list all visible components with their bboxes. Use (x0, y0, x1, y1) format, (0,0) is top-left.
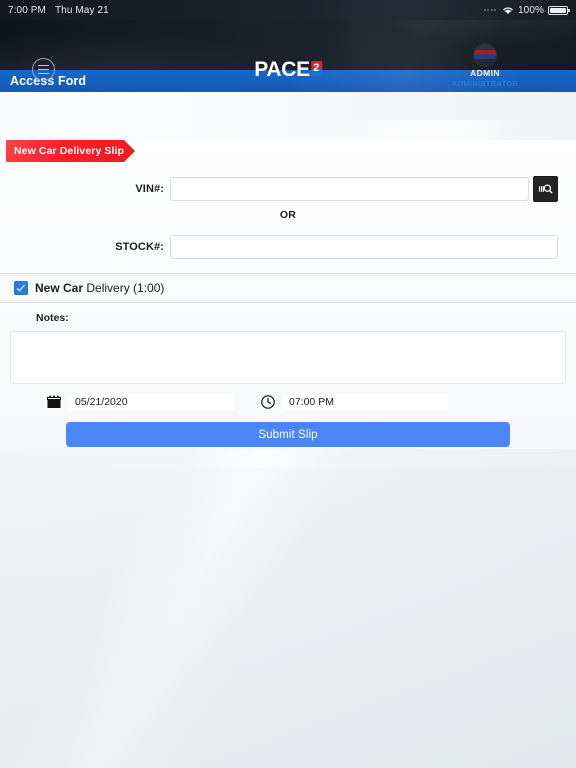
vin-input[interactable] (170, 177, 529, 201)
submit-slip-button[interactable]: Submit Slip (66, 422, 510, 447)
status-date: Thu May 21 (54, 4, 109, 16)
stock-label: STOCK#: (115, 241, 164, 253)
time-input[interactable] (283, 394, 448, 410)
notes-textarea[interactable] (10, 331, 566, 384)
date-input[interactable] (69, 394, 234, 410)
calendar-icon (46, 394, 62, 410)
status-time: 7:00 PM (8, 4, 46, 16)
app-header: PACE 2 ADMIN ADMINISTRATOR (0, 20, 576, 88)
logo-badge: 2 (310, 61, 322, 76)
divider-bottom (0, 302, 576, 303)
service-name-rest: Delivery (1:00) (83, 281, 165, 295)
barcode-scan-search-icon[interactable] (533, 176, 558, 202)
notes-label: Notes: (36, 312, 69, 324)
service-label: New Car Delivery (1:00) (35, 281, 164, 295)
or-separator: OR (279, 209, 297, 221)
user-name: ADMIN (470, 68, 500, 78)
vin-field-row: VIN#: (0, 176, 576, 202)
vin-label: VIN#: (135, 183, 164, 195)
service-item-row[interactable]: New Car Delivery (1:00) (0, 274, 576, 302)
battery-percent: 100% (518, 4, 544, 16)
status-bar: 7:00 PM Thu May 21 100% (0, 0, 576, 20)
service-checkbox[interactable] (14, 281, 28, 295)
user-menu[interactable]: ADMIN ADMINISTRATOR (450, 44, 520, 88)
time-group (260, 394, 448, 410)
clock-icon (260, 394, 276, 410)
hamburger-menu-icon[interactable] (32, 58, 55, 81)
logo-text: PACE (254, 58, 310, 81)
app-root: 7:00 PM Thu May 21 100% PACE 2 ADMIN ADM… (0, 0, 576, 768)
service-name-bold: New Car (35, 281, 84, 295)
signal-dots-icon (483, 9, 497, 11)
background-gradient (0, 468, 576, 768)
pace-logo: PACE 2 (254, 58, 322, 81)
status-bar-right: 100% (483, 4, 570, 16)
submit-row: Submit Slip (0, 410, 576, 447)
stock-input[interactable] (170, 235, 558, 259)
ribbon-label: New Car Delivery Slip (14, 145, 125, 157)
delivery-slip-form: New Car Delivery Slip VIN#: OR STOCK#: N… (0, 140, 576, 449)
status-bar-left: 7:00 PM Thu May 21 (8, 5, 109, 16)
main-content: New Car Delivery Slip VIN#: OR STOCK#: N… (0, 140, 576, 449)
form-ribbon-banner: New Car Delivery Slip (6, 140, 135, 162)
date-group (46, 394, 234, 410)
logo-badge-text: 2 (313, 62, 320, 74)
avatar (474, 44, 496, 66)
wifi-icon (502, 5, 514, 15)
stock-field-row: STOCK#: (0, 235, 576, 259)
battery-full-icon (548, 5, 570, 15)
user-role: ADMINISTRATOR (451, 79, 519, 88)
datetime-row (46, 394, 576, 410)
